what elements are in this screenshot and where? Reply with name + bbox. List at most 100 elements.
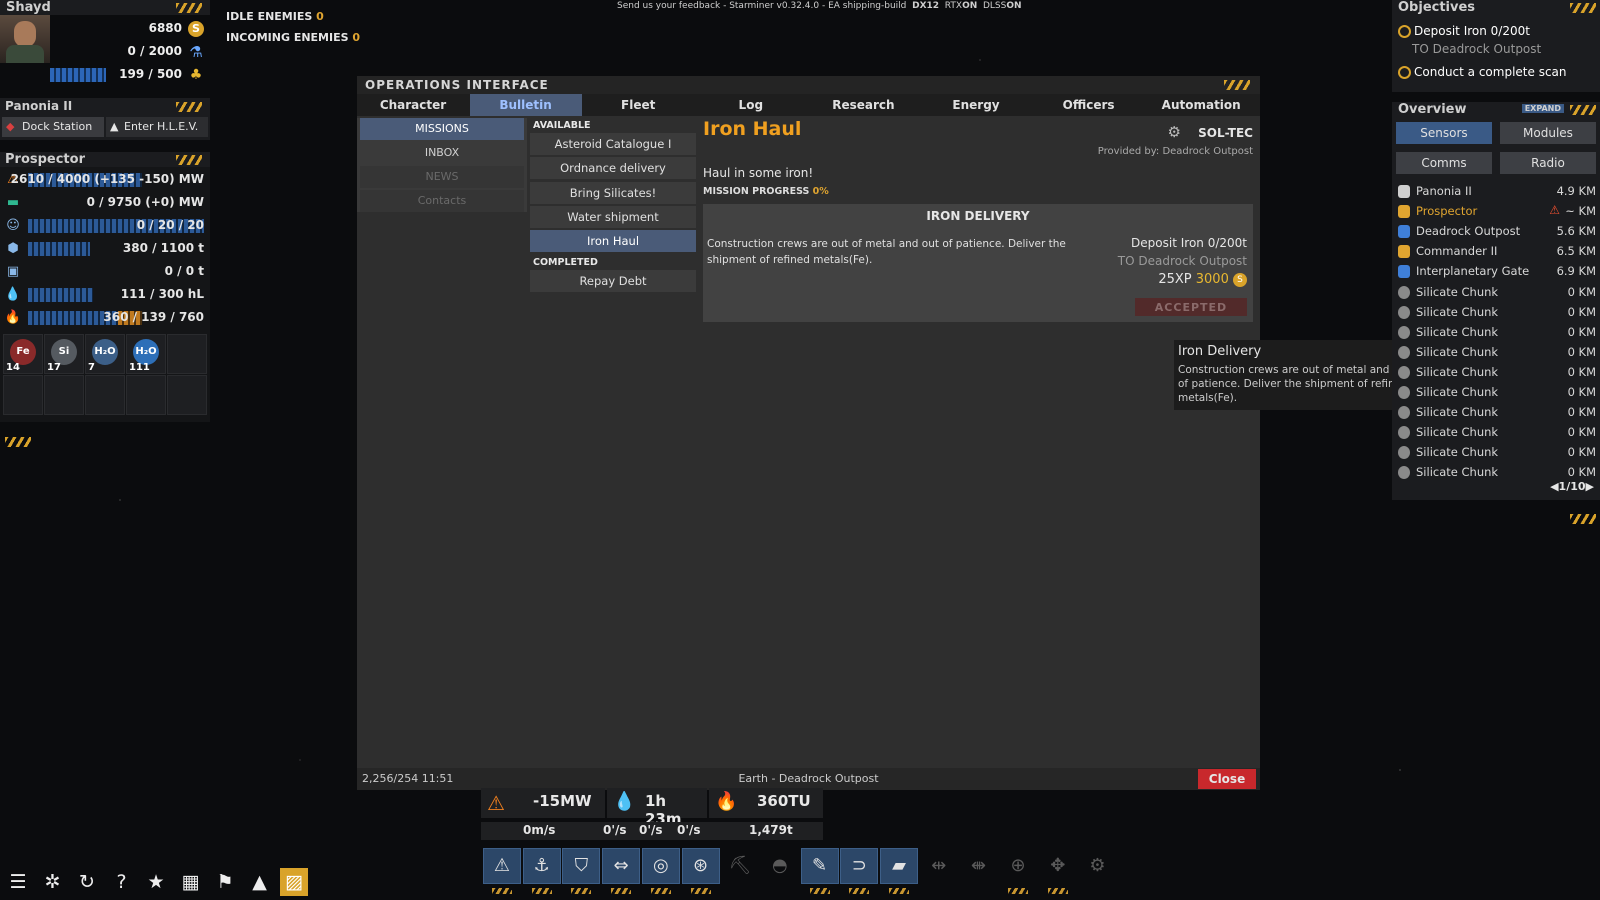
helmet-ability-icon[interactable]: ◓ [761,848,799,884]
overview-row[interactable]: Silicate Chunk 0 KM [1398,443,1596,463]
enter-hlev-button[interactable]: ▲ Enter H.L.E.V. [106,117,208,137]
accepted-button[interactable]: ACCEPTED [1135,298,1247,316]
completed-mission-item[interactable]: Repay Debt [530,270,696,292]
tab-fleet[interactable]: Fleet [582,94,694,116]
overview-row[interactable]: Silicate Chunk 0 KM [1398,283,1596,303]
cargo-slot[interactable] [44,375,84,415]
shield-ability-icon[interactable]: ⛉ [562,848,601,884]
overview-row[interactable]: Silicate Chunk 0 KM [1398,403,1596,423]
object-distance: 0 KM [1567,405,1596,420]
overview-row[interactable]: Panonia II 4.9 KM [1398,182,1596,202]
cargo-slot[interactable] [85,375,125,415]
object-icon [1398,185,1410,198]
mission-card[interactable]: IRON DELIVERY Construction crews are out… [703,204,1253,322]
tab-officers[interactable]: Officers [1033,94,1145,116]
avatar[interactable] [0,15,50,63]
overview-row[interactable]: Silicate Chunk 0 KM [1398,383,1596,403]
object-icon [1398,285,1410,299]
armor-ability-icon[interactable]: ▰ [880,848,918,884]
pager-next-icon[interactable]: ▶ [1586,480,1594,493]
drone-ability-icon[interactable]: ⚙ [1079,848,1117,884]
overview-panel: Overview EXPAND Sensors Modules Comms Radio… [1392,102,1600,500]
flag-icon[interactable]: ⚑ [211,868,239,896]
object-name: Silicate Chunk [1416,405,1499,420]
tab-research[interactable]: Research [807,94,919,116]
mission-item[interactable]: Bring Silicates! [530,181,696,204]
ship-icon[interactable]: ▲ [246,868,274,896]
overview-row[interactable]: Commander II 6.5 KM [1398,242,1596,262]
cargo-slot[interactable] [167,375,207,415]
overview-row[interactable]: Silicate Chunk 0 KM [1398,323,1596,343]
tab-energy[interactable]: Energy [920,94,1032,116]
sidebar-item-contacts[interactable]: Contacts [360,190,524,212]
cargo-slot[interactable]: H₂O 7 [85,334,125,374]
sidebar-item-inbox[interactable]: INBOX [360,142,524,164]
enter-hlev-label: Enter H.L.E.V. [124,120,199,133]
probe-ability-icon[interactable]: ⊛ [681,848,720,884]
cargo-slot[interactable] [167,334,207,374]
rotation-z-value: 0'/s [677,823,701,837]
star-icon[interactable]: ★ [142,868,170,896]
network-icon[interactable]: ✲ [39,868,67,896]
radar-ability-icon[interactable]: ◎ [641,848,680,884]
dock-icon: ◆ [6,120,15,133]
overview-button-modules[interactable]: Modules [1500,122,1596,144]
engine-ability-icon[interactable]: ⇼ [959,848,997,884]
layout-icon[interactable]: ▦ [177,868,205,896]
mission-item[interactable]: Iron Haul [530,230,696,253]
reputation-icon: ♣ [189,67,203,83]
target-ability-icon[interactable]: ⊕ [999,848,1037,884]
menu-icon[interactable]: ☰ [4,868,32,896]
help-icon[interactable]: ? [108,868,136,896]
magnet-ability-icon[interactable]: ⊃ [840,848,879,884]
mission-item[interactable]: Ordnance delivery [530,157,696,180]
overview-row[interactable]: Silicate Chunk 0 KM [1398,343,1596,363]
cargo-slot[interactable] [3,375,43,415]
operations-title: OPERATIONS INTERFACE [365,78,549,92]
object-distance: ~ KM [1565,204,1596,219]
cargo-slot[interactable]: Fe 14 [3,334,43,374]
objectives-title: Objectives [1398,0,1476,15]
operations-title-bar[interactable]: OPERATIONS INTERFACE [357,76,1260,94]
overview-row[interactable]: Silicate Chunk 0 KM [1398,303,1596,323]
object-distance: 0 KM [1567,385,1596,399]
scanner-ability-icon[interactable]: ⇔ [602,848,641,884]
close-button[interactable]: Close [1198,769,1256,789]
dlss-value: ON [1006,1,1022,11]
tab-character[interactable]: Character [357,94,469,116]
overview-pager[interactable]: ◀1/10▶ [1550,480,1594,493]
overview-row[interactable]: Prospector ⚠ ~ KM [1398,202,1596,222]
object-icon [1398,325,1410,339]
mission-item[interactable]: Asteroid Catalogue I [530,133,696,155]
stripes-icon[interactable]: ▨ [280,868,308,896]
mining-ability-icon[interactable]: ⛏ [721,848,759,884]
overview-row[interactable]: Deadrock Outpost 5.6 KM [1398,222,1596,242]
expand-button[interactable]: EXPAND [1521,104,1564,113]
cargo-slot[interactable]: H₂O 111 [126,334,166,374]
sidebar-item-news[interactable]: NEWS [360,166,524,188]
object-icon [1398,265,1410,279]
navigate-ability-icon[interactable]: ✥ [1039,848,1077,884]
overview-button-sensors[interactable]: Sensors [1396,122,1492,144]
pager-prev-icon[interactable]: ◀ [1550,480,1558,493]
cargo-slot[interactable]: Si 17 [44,334,84,374]
mission-item[interactable]: Water shipment [530,205,696,228]
tab-automation[interactable]: Automation [1145,94,1257,116]
cargo-item-count: 17 [47,362,61,373]
overview-row[interactable]: Interplanetary Gate 6.9 KM [1398,262,1596,282]
dock-station-button[interactable]: ◆ Dock Station [2,117,104,137]
swirl-icon[interactable]: ↻ [73,868,101,896]
thruster-ability-icon[interactable]: ⇹ [920,848,958,884]
power-ability-icon[interactable]: ⚠ [483,848,521,884]
cargo-slot[interactable] [126,375,166,415]
overview-row[interactable]: Silicate Chunk 0 KM [1398,363,1596,383]
object-distance: 6.9 KM [1556,264,1596,279]
tab-bulletin[interactable]: Bulletin [469,94,582,116]
overview-button-comms[interactable]: Comms [1396,152,1492,174]
sidebar-item-missions[interactable]: MISSIONS [360,118,524,140]
tab-log[interactable]: Log [695,94,807,116]
overview-row[interactable]: Silicate Chunk 0 KM [1398,423,1596,443]
drill-ability-icon[interactable]: ✎ [800,848,839,884]
overview-button-radio[interactable]: Radio [1500,152,1596,174]
tractor-ability-icon[interactable]: ⚓ [522,848,561,884]
